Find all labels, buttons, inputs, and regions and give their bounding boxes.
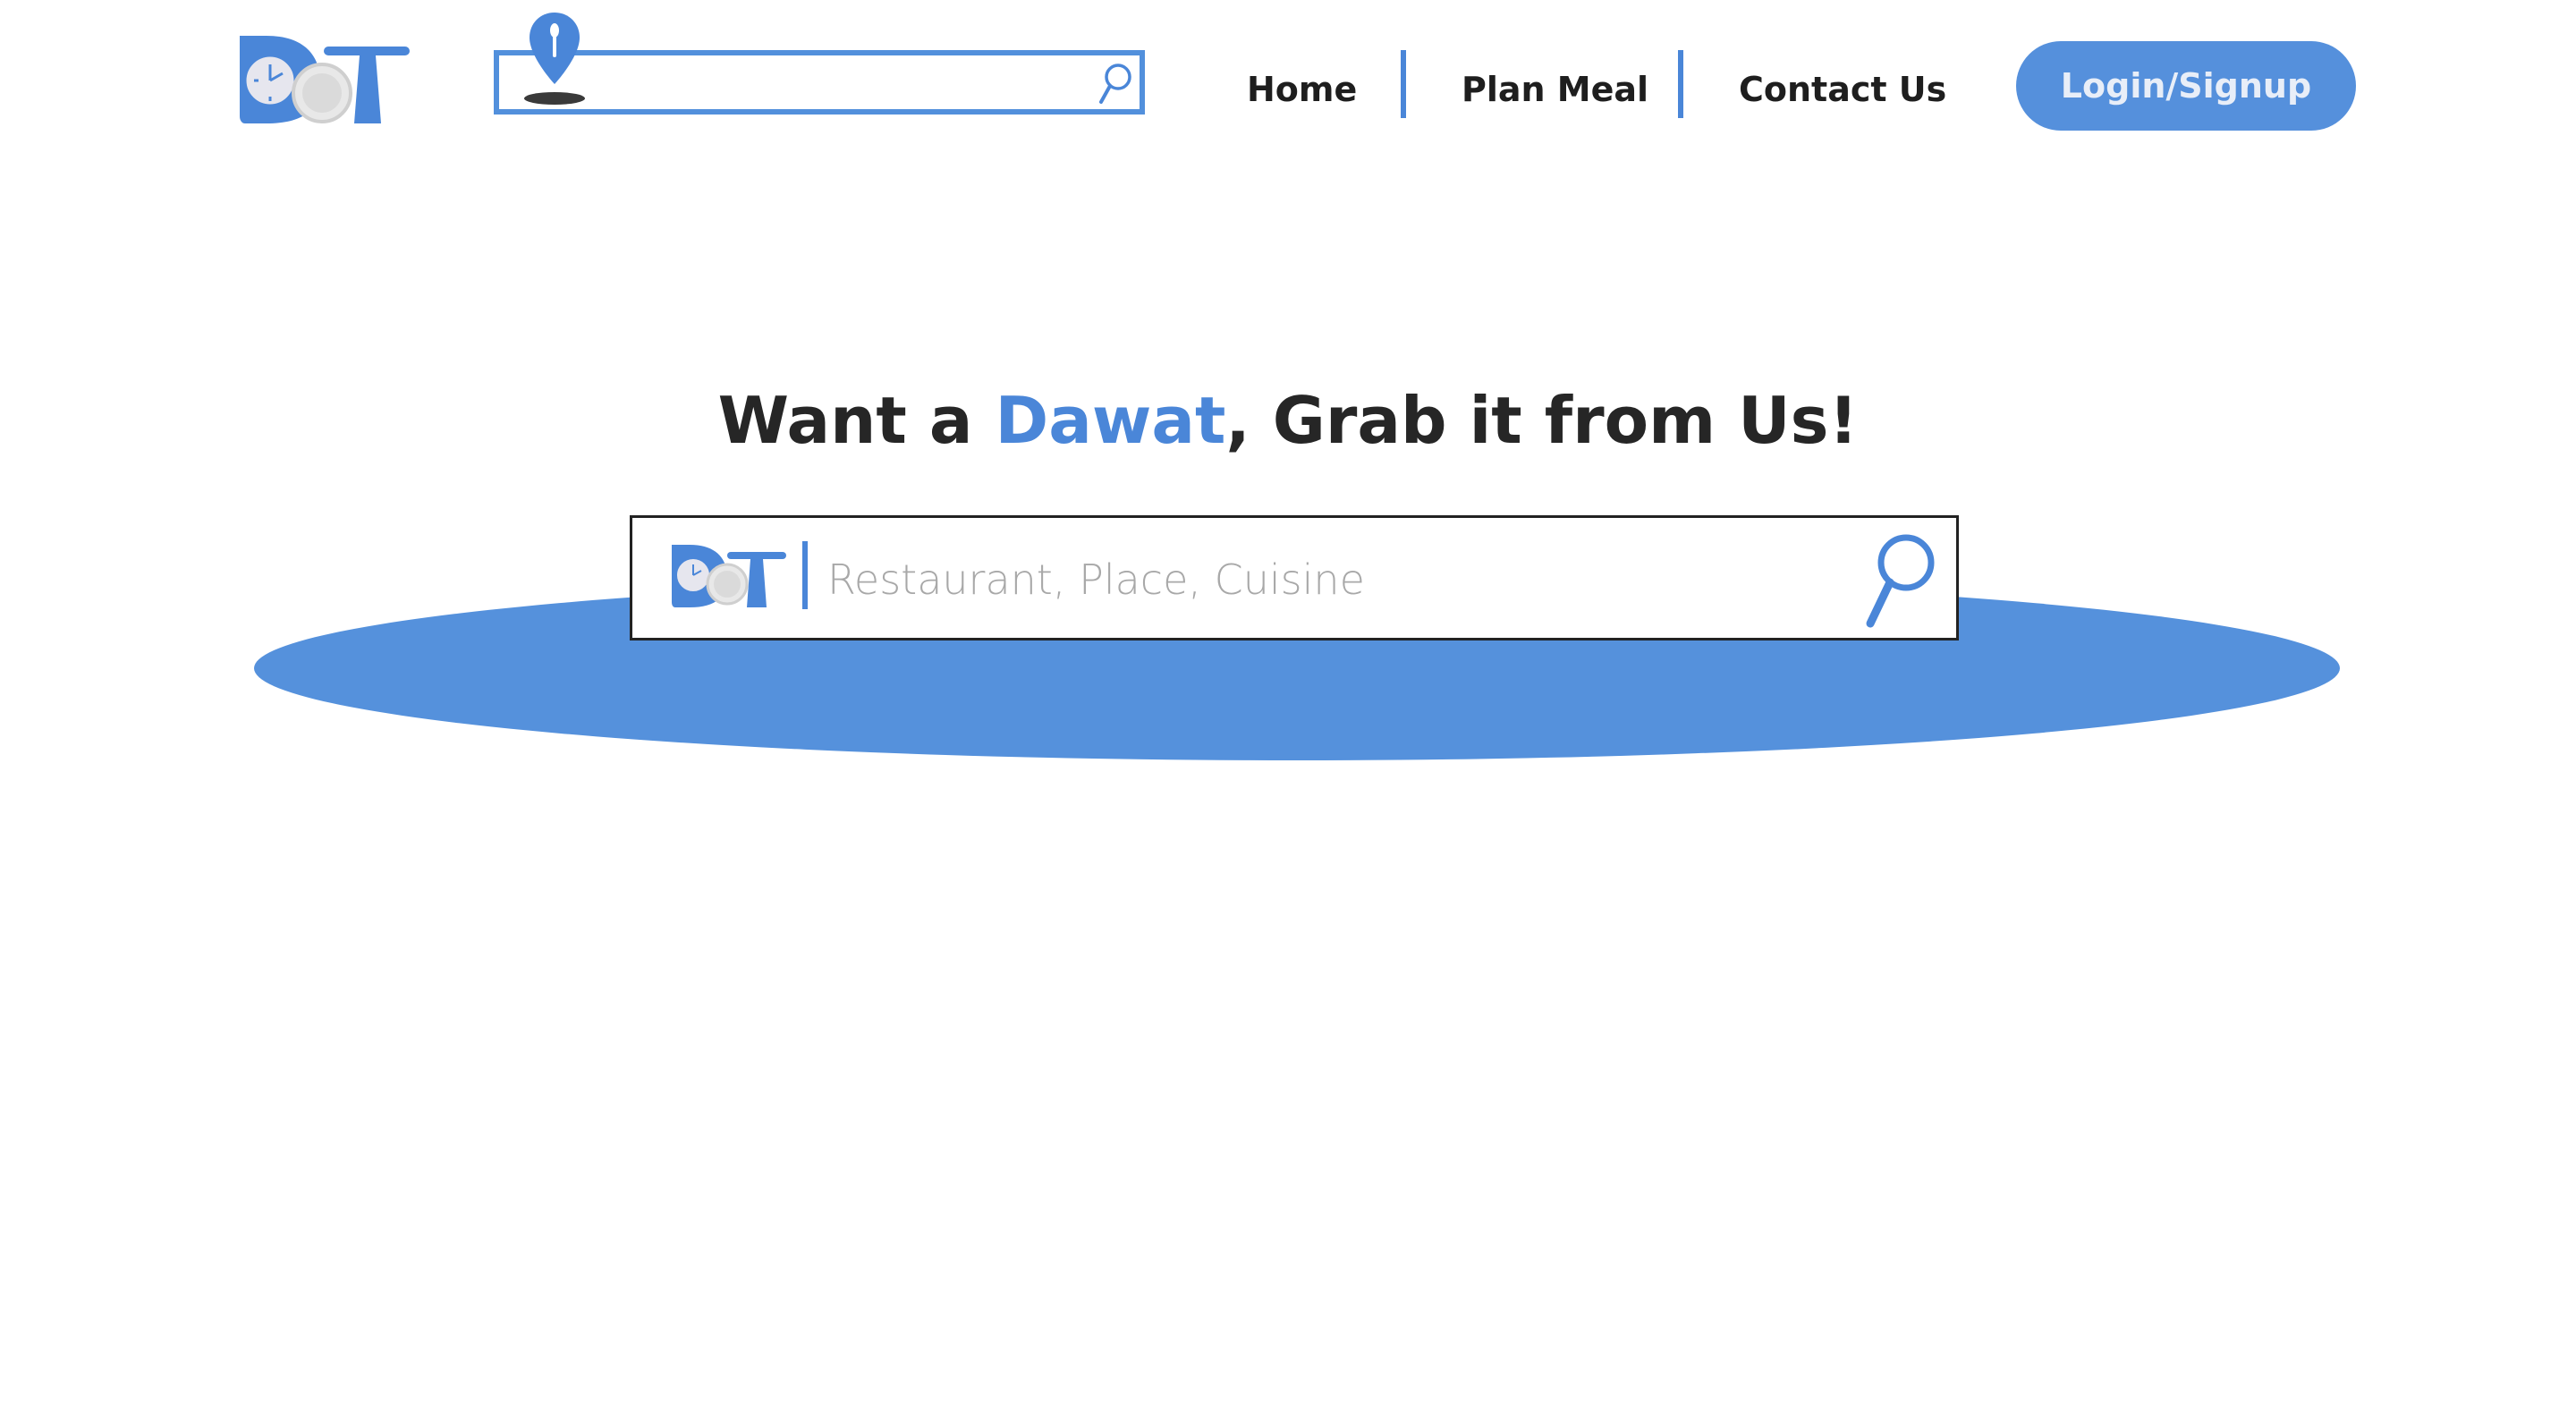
nav-divider xyxy=(1401,50,1406,118)
hero-title: Want a Dawat, Grab it from Us! xyxy=(0,383,2576,458)
main-search-box[interactable] xyxy=(630,515,1959,640)
hero-title-suffix: , Grab it from Us! xyxy=(1225,383,1859,458)
nav-plan-meal[interactable]: Plan Meal xyxy=(1462,64,1648,115)
dot-logo-icon xyxy=(672,545,786,607)
location-search-box[interactable] xyxy=(494,50,1145,115)
nav-home[interactable]: Home xyxy=(1247,64,1357,115)
magnifier-icon[interactable] xyxy=(1858,530,1938,631)
login-signup-button[interactable]: Login/Signup xyxy=(2016,41,2356,131)
location-pin-spoon-icon xyxy=(524,13,585,105)
dot-logo-icon[interactable] xyxy=(234,30,413,127)
nav-divider xyxy=(1678,50,1683,118)
hero-title-prefix: Want a xyxy=(717,383,996,458)
hero-title-accent: Dawat xyxy=(995,383,1226,458)
page: Home Plan Meal Contact Us Login/Signup W… xyxy=(0,0,2576,1408)
main-search-input[interactable] xyxy=(826,545,1724,615)
nav-contact-us[interactable]: Contact Us xyxy=(1739,64,1946,115)
search-divider xyxy=(802,541,808,609)
location-search-input[interactable] xyxy=(571,61,1057,106)
search-icon[interactable] xyxy=(1097,61,1134,107)
